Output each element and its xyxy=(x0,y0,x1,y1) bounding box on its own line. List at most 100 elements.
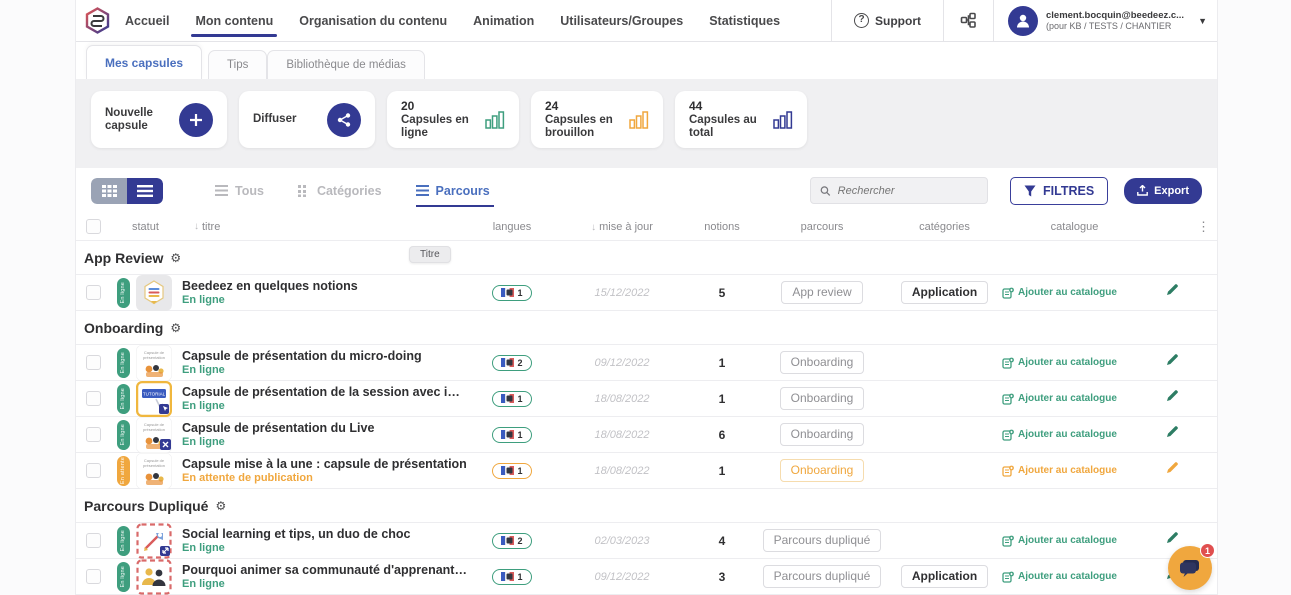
row-checkbox[interactable] xyxy=(86,463,101,478)
thumbnail[interactable]: Capsule de présentation xyxy=(136,417,182,453)
export-button[interactable]: Export xyxy=(1124,178,1202,204)
parcours-chip[interactable]: Onboarding xyxy=(780,423,865,446)
thumbnail[interactable] xyxy=(136,275,182,311)
language-badge[interactable]: 1 xyxy=(492,569,531,585)
nav-item-organisation-du-contenu[interactable]: Organisation du contenu xyxy=(299,0,447,42)
share-icon[interactable] xyxy=(327,103,361,137)
scope-tab-parcours[interactable]: Parcours xyxy=(416,168,490,213)
column-categories[interactable]: catégories xyxy=(887,221,1002,233)
list-view-button[interactable] xyxy=(127,178,163,204)
row-checkbox[interactable] xyxy=(86,427,101,442)
tab-biblioth-que-de-m-dias[interactable]: Bibliothèque de médias xyxy=(267,50,425,79)
org-switch-button[interactable] xyxy=(943,0,993,42)
add-to-catalog-link[interactable]: Ajouter au catalogue xyxy=(1002,465,1147,477)
column-parcours[interactable]: parcours xyxy=(757,221,887,233)
capsule-info[interactable]: Pourquoi animer sa communauté d'apprenan… xyxy=(182,563,467,591)
category-chip[interactable]: Application xyxy=(901,281,988,304)
filtres-button[interactable]: FILTRES xyxy=(1010,177,1108,205)
column-langues[interactable]: langues xyxy=(467,221,557,233)
thumbnail[interactable]: TUTORIAL xyxy=(136,381,182,417)
chat-widget-button[interactable]: 1 xyxy=(1168,546,1212,590)
add-to-catalog-link[interactable]: Ajouter au catalogue xyxy=(1002,357,1147,369)
edit-button[interactable] xyxy=(1165,426,1179,443)
language-badge[interactable]: 1 xyxy=(492,463,531,479)
column-catalogue[interactable]: catalogue xyxy=(1002,221,1147,233)
capsule-title[interactable]: Beedeez en quelques notions xyxy=(182,279,467,293)
grid-view-button[interactable] xyxy=(91,178,127,204)
capsule-info[interactable]: Social learning et tips, un duo de choc … xyxy=(182,527,467,555)
nav-item-accueil[interactable]: Accueil xyxy=(125,0,169,42)
stat-card-capsules-au-total[interactable]: 44 Capsules au total xyxy=(675,91,807,148)
parcours-chip[interactable]: App review xyxy=(781,281,862,304)
language-badge[interactable]: 2 xyxy=(492,355,531,371)
parcours-chip[interactable]: Parcours dupliqué xyxy=(763,565,882,588)
card-diffuser[interactable]: Diffuser xyxy=(239,91,375,148)
gear-icon[interactable]: ⚙ xyxy=(170,251,181,265)
update-date: 18/08/2022 xyxy=(557,465,687,477)
search-input[interactable] xyxy=(838,185,978,197)
gear-icon[interactable]: ⚙ xyxy=(215,499,226,513)
column-titre[interactable]: ↓ titre xyxy=(182,221,467,233)
capsule-title[interactable]: Capsule de présentation du Live xyxy=(182,421,467,435)
column-statut[interactable]: statut xyxy=(110,221,182,233)
row-checkbox[interactable] xyxy=(86,285,101,300)
edit-button[interactable] xyxy=(1165,354,1179,371)
row-checkbox[interactable] xyxy=(86,355,101,370)
edit-button[interactable] xyxy=(1165,532,1179,549)
edit-button[interactable] xyxy=(1165,462,1179,479)
capsule-title[interactable]: Social learning et tips, un duo de choc xyxy=(182,527,467,541)
parcours-chip[interactable]: Parcours dupliqué xyxy=(763,529,882,552)
add-to-catalog-link[interactable]: Ajouter au catalogue xyxy=(1002,571,1147,583)
parcours-chip[interactable]: Onboarding xyxy=(780,459,865,482)
edit-button[interactable] xyxy=(1165,284,1179,301)
nav-item-statistiques[interactable]: Statistiques xyxy=(709,0,780,42)
row-checkbox[interactable] xyxy=(86,533,101,548)
language-badge[interactable]: 1 xyxy=(492,285,531,301)
capsule-title[interactable]: Capsule de présentation de la session av… xyxy=(182,385,467,399)
capsule-title[interactable]: Capsule de présentation du micro-doing xyxy=(182,349,467,363)
edit-button[interactable] xyxy=(1165,390,1179,407)
plus-icon[interactable] xyxy=(179,103,213,137)
add-to-catalog-link[interactable]: Ajouter au catalogue xyxy=(1002,287,1147,299)
row-checkbox[interactable] xyxy=(86,391,101,406)
gear-icon[interactable]: ⚙ xyxy=(170,321,181,335)
select-all-checkbox[interactable] xyxy=(86,219,101,234)
scope-tab-cat-gories[interactable]: Catégories xyxy=(298,168,382,213)
support-button[interactable]: ? Support xyxy=(831,0,943,42)
beedeez-logo[interactable] xyxy=(76,7,125,34)
capsule-info[interactable]: Capsule de présentation du Live En ligne xyxy=(182,421,467,449)
row-checkbox[interactable] xyxy=(86,569,101,584)
language-badge[interactable]: 1 xyxy=(492,391,531,407)
stat-card-capsules-en-brouillon[interactable]: 24 Capsules en brouillon xyxy=(531,91,663,148)
stat-card-capsules-en-ligne[interactable]: 20 Capsules en ligne xyxy=(387,91,519,148)
user-menu[interactable]: clement.bocquin@beedeez.c... (pour KB / … xyxy=(993,0,1217,42)
language-badge[interactable]: 2 xyxy=(492,533,531,549)
capsule-info[interactable]: Capsule de présentation du micro-doing E… xyxy=(182,349,467,377)
column-options-kebab-icon[interactable]: ⋮ xyxy=(1197,219,1217,235)
capsule-info[interactable]: Beedeez en quelques notions En ligne xyxy=(182,279,467,307)
tab-mes-capsules[interactable]: Mes capsules xyxy=(86,45,202,79)
capsule-title[interactable]: Pourquoi animer sa communauté d'apprenan… xyxy=(182,563,467,577)
column-notions[interactable]: notions xyxy=(687,221,757,233)
add-to-catalog-link[interactable]: Ajouter au catalogue xyxy=(1002,429,1147,441)
category-chip[interactable]: Application xyxy=(901,565,988,588)
tab-tips[interactable]: Tips xyxy=(208,50,267,79)
capsule-info[interactable]: Capsule de présentation de la session av… xyxy=(182,385,467,413)
thumbnail[interactable]: Capsule de présentation xyxy=(136,453,182,489)
capsule-title[interactable]: Capsule mise à la une : capsule de prése… xyxy=(182,457,467,471)
nav-item-mon-contenu[interactable]: Mon contenu xyxy=(195,0,273,42)
parcours-chip[interactable]: Onboarding xyxy=(780,387,865,410)
nav-item-animation[interactable]: Animation xyxy=(473,0,534,42)
nav-item-utilisateurs-groupes[interactable]: Utilisateurs/Groupes xyxy=(560,0,683,42)
language-badge[interactable]: 1 xyxy=(492,427,531,443)
column-mise-a-jour[interactable]: ↓ mise à jour xyxy=(557,221,687,233)
thumbnail[interactable] xyxy=(136,523,182,559)
card-nouvelle-capsule[interactable]: Nouvelle capsule xyxy=(91,91,227,148)
add-to-catalog-link[interactable]: Ajouter au catalogue xyxy=(1002,535,1147,547)
add-to-catalog-link[interactable]: Ajouter au catalogue xyxy=(1002,393,1147,405)
parcours-chip[interactable]: Onboarding xyxy=(780,351,865,374)
capsule-info[interactable]: Capsule mise à la une : capsule de prése… xyxy=(182,457,467,485)
scope-tab-tous[interactable]: Tous xyxy=(215,168,264,213)
thumbnail[interactable] xyxy=(136,559,182,595)
thumbnail[interactable]: Capsule de présentation xyxy=(136,345,182,381)
